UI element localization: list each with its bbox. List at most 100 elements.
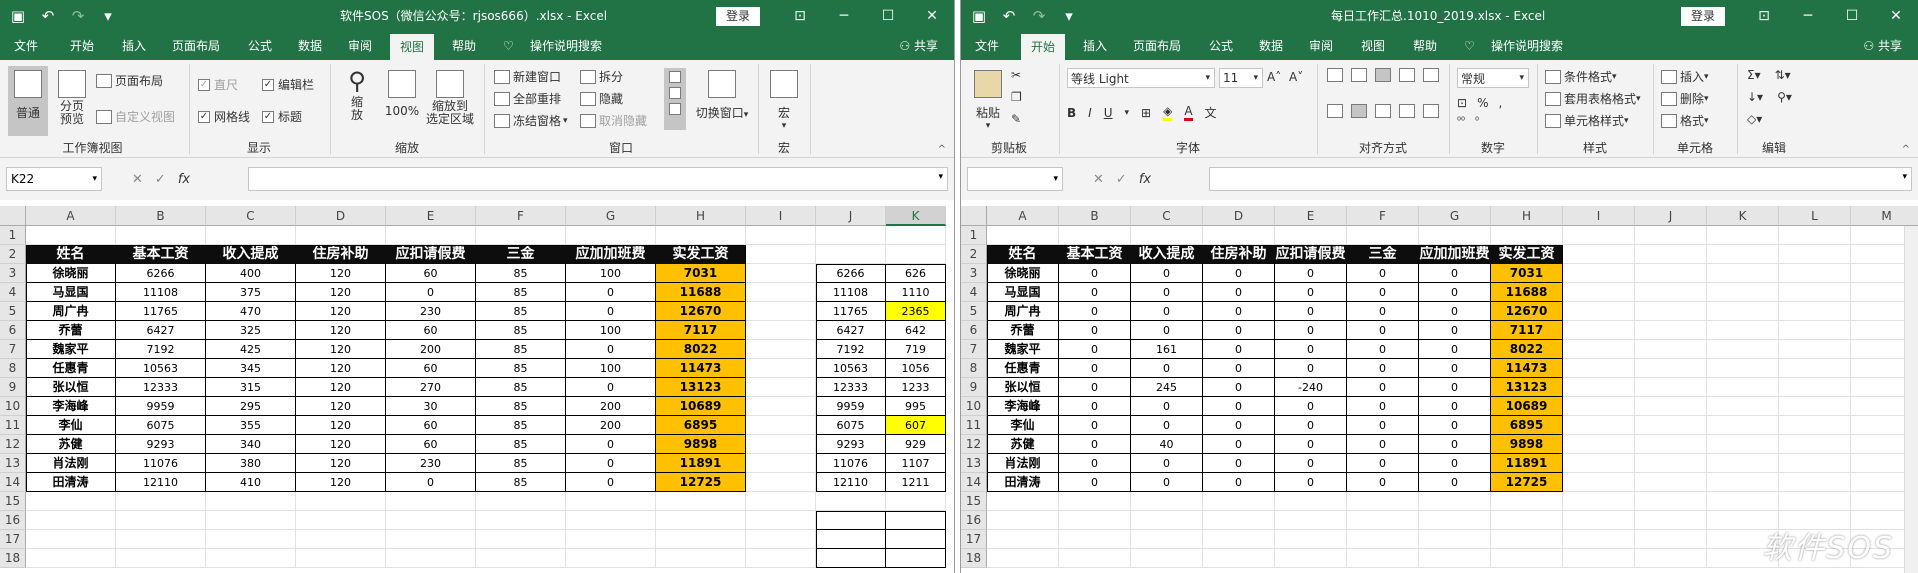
table-cell[interactable]: 607 xyxy=(886,416,946,435)
ribbon-display-icon[interactable]: ⊡ xyxy=(1742,0,1786,32)
table-cell[interactable]: 400 xyxy=(206,264,296,283)
row-header[interactable]: 2 xyxy=(0,245,26,264)
grid-cell[interactable] xyxy=(296,549,386,568)
column-header[interactable]: A xyxy=(26,206,116,226)
table-cell[interactable]: 0 xyxy=(1419,264,1491,283)
grid-cell[interactable] xyxy=(566,511,656,530)
grid-cell[interactable] xyxy=(1635,511,1707,530)
row-header[interactable]: 11 xyxy=(961,416,987,435)
table-cell[interactable]: 60 xyxy=(386,435,476,454)
grid-cell[interactable] xyxy=(386,530,476,549)
net-pay-cell[interactable]: 8022 xyxy=(656,340,746,359)
align-left-icon[interactable] xyxy=(1327,104,1343,118)
customize-icon[interactable]: ▾ xyxy=(1059,5,1079,27)
grid-cell[interactable] xyxy=(1563,340,1635,359)
grid-cell[interactable] xyxy=(1203,226,1275,245)
name-cell[interactable]: 周广冉 xyxy=(987,302,1059,321)
table-header-cell[interactable]: 应扣请假费 xyxy=(1275,245,1347,264)
net-pay-cell[interactable]: 11473 xyxy=(656,359,746,378)
column-header[interactable]: B xyxy=(116,206,206,226)
table-header-cell[interactable]: 姓名 xyxy=(987,245,1059,264)
bold-icon[interactable]: B xyxy=(1067,106,1076,120)
grid-cell[interactable] xyxy=(987,530,1059,549)
formula-bar-checkbox[interactable]: ✓ 编辑栏 xyxy=(262,76,314,93)
row-header[interactable]: 6 xyxy=(0,321,26,340)
table-cell[interactable]: 0 xyxy=(1347,473,1419,492)
table-cell[interactable]: 295 xyxy=(206,397,296,416)
table-cell[interactable]: 0 xyxy=(1059,321,1131,340)
table-cell[interactable]: 0 xyxy=(1203,435,1275,454)
table-cell[interactable]: 0 xyxy=(1275,359,1347,378)
headings-checkbox[interactable]: ✓ 标题 xyxy=(262,108,302,125)
table-cell[interactable]: 0 xyxy=(1419,359,1491,378)
name-cell[interactable]: 李仙 xyxy=(987,416,1059,435)
grid-cell[interactable] xyxy=(1779,416,1851,435)
tab-data[interactable]: 数据 xyxy=(1259,32,1283,60)
grid-cell[interactable] xyxy=(116,226,206,245)
grid-cell[interactable] xyxy=(566,492,656,511)
grid-cell[interactable] xyxy=(296,492,386,511)
grid-cell[interactable] xyxy=(1779,302,1851,321)
select-all-corner[interactable] xyxy=(961,206,987,226)
table-cell[interactable]: 11076 xyxy=(116,454,206,473)
row-header[interactable]: 14 xyxy=(961,473,987,492)
table-cell[interactable]: 0 xyxy=(1347,359,1419,378)
table-cell[interactable]: 0 xyxy=(1059,264,1131,283)
column-header[interactable]: H xyxy=(656,206,746,226)
row-header[interactable]: 12 xyxy=(0,435,26,454)
grid-cell[interactable] xyxy=(476,549,566,568)
column-header[interactable]: E xyxy=(1275,206,1347,226)
grid-cell[interactable] xyxy=(1563,473,1635,492)
grid-cell[interactable] xyxy=(1131,511,1203,530)
grid-cell[interactable] xyxy=(386,549,476,568)
decrease-decimal-icon[interactable]: ⁰ xyxy=(1475,116,1479,127)
tab-review[interactable]: 审阅 xyxy=(1309,32,1333,60)
row-header[interactable]: 5 xyxy=(961,302,987,321)
table-cell[interactable]: 0 xyxy=(1419,473,1491,492)
font-size-select[interactable]: 11 ▾ xyxy=(1219,68,1263,88)
grid-cell[interactable] xyxy=(816,245,886,264)
tab-formulas[interactable]: 公式 xyxy=(1209,32,1233,60)
row-header[interactable]: 9 xyxy=(961,378,987,397)
spreadsheet-grid[interactable]: A B C D E F G H I J K L M 1 2 3 4 5 6 7 8 9 10 11 12 13 14 15 16 17 18… xyxy=(961,200,1918,573)
table-cell[interactable]: 100 xyxy=(566,264,656,283)
table-cell[interactable]: 0 xyxy=(1275,416,1347,435)
hide-button[interactable]: 隐藏 xyxy=(580,90,623,107)
table-cell[interactable]: 0 xyxy=(1275,264,1347,283)
table-cell[interactable]: 40 xyxy=(1131,435,1203,454)
table-cell[interactable]: 0 xyxy=(1059,397,1131,416)
grid-cell[interactable] xyxy=(1203,530,1275,549)
net-pay-cell[interactable]: 13123 xyxy=(656,378,746,397)
name-cell[interactable]: 魏家平 xyxy=(26,340,116,359)
currency-icon[interactable]: ⊡ xyxy=(1457,96,1467,110)
align-top-icon[interactable] xyxy=(1327,68,1343,82)
table-cell[interactable]: 9959 xyxy=(116,397,206,416)
table-cell[interactable]: 60 xyxy=(386,359,476,378)
grid-cell[interactable] xyxy=(116,549,206,568)
net-pay-cell[interactable]: 11688 xyxy=(656,283,746,302)
minimize-icon[interactable]: ─ xyxy=(1786,0,1830,32)
table-cell[interactable]: 120 xyxy=(296,416,386,435)
table-cell[interactable]: 85 xyxy=(476,359,566,378)
table-cell[interactable]: 120 xyxy=(296,302,386,321)
name-cell[interactable]: 田清涛 xyxy=(987,473,1059,492)
grid-cell[interactable] xyxy=(1203,549,1275,568)
grid-cell[interactable] xyxy=(1419,226,1491,245)
grid-cell[interactable] xyxy=(1563,397,1635,416)
select-all-corner[interactable] xyxy=(0,206,26,226)
grid-cell[interactable] xyxy=(26,549,116,568)
grid-cell[interactable] xyxy=(1779,454,1851,473)
table-cell[interactable]: 0 xyxy=(1419,302,1491,321)
table-cell[interactable]: 0 xyxy=(1347,454,1419,473)
grid-cell[interactable] xyxy=(746,302,816,321)
column-header[interactable]: M xyxy=(1851,206,1918,226)
table-cell[interactable]: 642 xyxy=(886,321,946,340)
save-icon[interactable]: ▣ xyxy=(969,5,989,27)
table-cell[interactable]: 345 xyxy=(206,359,296,378)
table-cell[interactable]: 0 xyxy=(1131,321,1203,340)
name-cell[interactable]: 马显国 xyxy=(26,283,116,302)
table-cell[interactable]: -240 xyxy=(1275,378,1347,397)
grid-cell[interactable] xyxy=(1275,492,1347,511)
row-header[interactable]: 10 xyxy=(0,397,26,416)
grid-cell[interactable] xyxy=(1491,530,1563,549)
